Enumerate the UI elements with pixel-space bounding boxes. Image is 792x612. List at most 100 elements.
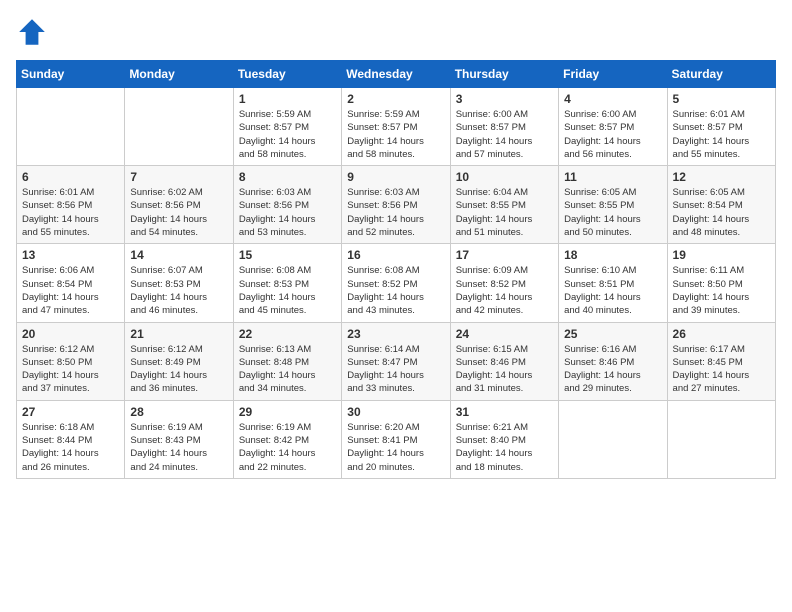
calendar-cell: 8 Sunrise: 6:03 AM Sunset: 8:56 PM Daylig… bbox=[233, 166, 341, 244]
calendar-cell: 20 Sunrise: 6:12 AM Sunset: 8:50 PM Dayli… bbox=[17, 322, 125, 400]
day-number: 21 bbox=[130, 327, 227, 341]
calendar-cell: 7 Sunrise: 6:02 AM Sunset: 8:56 PM Daylig… bbox=[125, 166, 233, 244]
day-info: Sunrise: 6:12 AM Sunset: 8:50 PM Dayligh… bbox=[22, 343, 119, 396]
day-info: Sunrise: 6:14 AM Sunset: 8:47 PM Dayligh… bbox=[347, 343, 444, 396]
calendar-cell: 21 Sunrise: 6:12 AM Sunset: 8:49 PM Dayli… bbox=[125, 322, 233, 400]
calendar-cell: 19 Sunrise: 6:11 AM Sunset: 8:50 PM Dayli… bbox=[667, 244, 775, 322]
day-number: 20 bbox=[22, 327, 119, 341]
day-info: Sunrise: 6:11 AM Sunset: 8:50 PM Dayligh… bbox=[673, 264, 770, 317]
day-number: 6 bbox=[22, 170, 119, 184]
day-number: 25 bbox=[564, 327, 661, 341]
calendar-week-row: 20 Sunrise: 6:12 AM Sunset: 8:50 PM Dayli… bbox=[17, 322, 776, 400]
day-info: Sunrise: 6:01 AM Sunset: 8:57 PM Dayligh… bbox=[673, 108, 770, 161]
day-number: 8 bbox=[239, 170, 336, 184]
day-number: 18 bbox=[564, 248, 661, 262]
day-info: Sunrise: 5:59 AM Sunset: 8:57 PM Dayligh… bbox=[347, 108, 444, 161]
day-info: Sunrise: 6:12 AM Sunset: 8:49 PM Dayligh… bbox=[130, 343, 227, 396]
day-info: Sunrise: 6:13 AM Sunset: 8:48 PM Dayligh… bbox=[239, 343, 336, 396]
day-info: Sunrise: 6:18 AM Sunset: 8:44 PM Dayligh… bbox=[22, 421, 119, 474]
day-info: Sunrise: 6:00 AM Sunset: 8:57 PM Dayligh… bbox=[456, 108, 553, 161]
calendar-cell: 10 Sunrise: 6:04 AM Sunset: 8:55 PM Dayli… bbox=[450, 166, 558, 244]
day-number: 4 bbox=[564, 92, 661, 106]
calendar-cell: 3Sunrise: 6:00 AM Sunset: 8:57 PM Daylig… bbox=[450, 88, 558, 166]
calendar-cell: 1Sunrise: 5:59 AM Sunset: 8:57 PM Daylig… bbox=[233, 88, 341, 166]
day-info: Sunrise: 6:06 AM Sunset: 8:54 PM Dayligh… bbox=[22, 264, 119, 317]
day-of-week-header: Thursday bbox=[450, 61, 558, 88]
day-info: Sunrise: 6:15 AM Sunset: 8:46 PM Dayligh… bbox=[456, 343, 553, 396]
calendar-cell: 29Sunrise: 6:19 AM Sunset: 8:42 PM Dayli… bbox=[233, 400, 341, 478]
day-number: 9 bbox=[347, 170, 444, 184]
day-info: Sunrise: 6:17 AM Sunset: 8:45 PM Dayligh… bbox=[673, 343, 770, 396]
calendar-cell: 18 Sunrise: 6:10 AM Sunset: 8:51 PM Dayli… bbox=[559, 244, 667, 322]
day-number: 1 bbox=[239, 92, 336, 106]
calendar-week-row: 1 Sunrise: 5:59 AM Sunset: 8:57 PM Daylig… bbox=[17, 88, 776, 166]
day-number: 13 bbox=[22, 248, 119, 262]
day-info: Sunrise: 6:03 AM Sunset: 8:56 PM Dayligh… bbox=[239, 186, 336, 239]
day-number: 28 bbox=[130, 405, 227, 419]
calendar-cell: 22 Sunrise: 6:13 AM Sunset: 8:48 PM Dayli… bbox=[233, 322, 341, 400]
calendar-cell: 27 Sunrise: 6:18 AM Sunset: 8:44 PM Dayli… bbox=[17, 400, 125, 478]
day-number: 11 bbox=[564, 170, 661, 184]
day-info: Sunrise: 6:02 AM Sunset: 8:56 PM Dayligh… bbox=[130, 186, 227, 239]
calendar-cell: 2Sunrise: 5:59 AM Sunset: 8:57 PM Daylig… bbox=[342, 88, 450, 166]
day-of-week-header: Monday bbox=[125, 61, 233, 88]
calendar-cell: 6 Sunrise: 6:01 AM Sunset: 8:56 PM Daylig… bbox=[17, 166, 125, 244]
day-number: 7 bbox=[130, 170, 227, 184]
day-info: Sunrise: 6:05 AM Sunset: 8:54 PM Dayligh… bbox=[673, 186, 770, 239]
day-number: 26 bbox=[673, 327, 770, 341]
day-info: Sunrise: 6:04 AM Sunset: 8:55 PM Dayligh… bbox=[456, 186, 553, 239]
day-number: 12 bbox=[673, 170, 770, 184]
calendar-cell: 9 Sunrise: 6:03 AM Sunset: 8:56 PM Daylig… bbox=[342, 166, 450, 244]
day-number: 27 bbox=[22, 405, 119, 419]
day-number: 31 bbox=[456, 405, 553, 419]
day-number: 16 bbox=[347, 248, 444, 262]
logo bbox=[16, 16, 52, 48]
calendar-cell: 16 Sunrise: 6:08 AM Sunset: 8:52 PM Dayli… bbox=[342, 244, 450, 322]
calendar-body: 1 Sunrise: 5:59 AM Sunset: 8:57 PM Daylig… bbox=[17, 88, 776, 479]
calendar-cell: 31 Sunrise: 6:21 AM Sunset: 8:40 PM Dayli… bbox=[450, 400, 558, 478]
day-info: Sunrise: 6:07 AM Sunset: 8:53 PM Dayligh… bbox=[130, 264, 227, 317]
calendar-header: SundayMondayTuesdayWednesdayThursdayFrid… bbox=[17, 61, 776, 88]
calendar-cell: 5Sunrise: 6:01 AM Sunset: 8:57 PM Daylig… bbox=[667, 88, 775, 166]
calendar-week-row: 13 Sunrise: 6:06 AM Sunset: 8:54 PM Dayli… bbox=[17, 244, 776, 322]
days-of-week-row: SundayMondayTuesdayWednesdayThursdayFrid… bbox=[17, 61, 776, 88]
calendar-cell: 11Sunrise: 6:05 AM Sunset: 8:55 PM Dayli… bbox=[559, 166, 667, 244]
calendar-cell: 24 Sunrise: 6:15 AM Sunset: 8:46 PM Dayli… bbox=[450, 322, 558, 400]
day-number: 23 bbox=[347, 327, 444, 341]
calendar-cell: 23 Sunrise: 6:14 AM Sunset: 8:47 PM Dayli… bbox=[342, 322, 450, 400]
day-info: Sunrise: 6:03 AM Sunset: 8:56 PM Dayligh… bbox=[347, 186, 444, 239]
day-info: Sunrise: 6:21 AM Sunset: 8:40 PM Dayligh… bbox=[456, 421, 553, 474]
calendar-week-row: 27 Sunrise: 6:18 AM Sunset: 8:44 PM Dayli… bbox=[17, 400, 776, 478]
day-number: 19 bbox=[673, 248, 770, 262]
day-of-week-header: Tuesday bbox=[233, 61, 341, 88]
calendar-cell bbox=[17, 88, 125, 166]
day-info: Sunrise: 6:09 AM Sunset: 8:52 PM Dayligh… bbox=[456, 264, 553, 317]
day-of-week-header: Wednesday bbox=[342, 61, 450, 88]
calendar-cell bbox=[125, 88, 233, 166]
day-number: 15 bbox=[239, 248, 336, 262]
day-info: Sunrise: 6:08 AM Sunset: 8:52 PM Dayligh… bbox=[347, 264, 444, 317]
calendar-cell: 13 Sunrise: 6:06 AM Sunset: 8:54 PM Dayli… bbox=[17, 244, 125, 322]
day-number: 22 bbox=[239, 327, 336, 341]
day-of-week-header: Saturday bbox=[667, 61, 775, 88]
calendar-cell bbox=[559, 400, 667, 478]
day-number: 17 bbox=[456, 248, 553, 262]
day-number: 30 bbox=[347, 405, 444, 419]
day-info: Sunrise: 6:08 AM Sunset: 8:53 PM Dayligh… bbox=[239, 264, 336, 317]
calendar-cell: 26 Sunrise: 6:17 AM Sunset: 8:45 PM Dayli… bbox=[667, 322, 775, 400]
calendar-cell: 4 Sunrise: 6:00 AM Sunset: 8:57 PM Daylig… bbox=[559, 88, 667, 166]
day-info: Sunrise: 6:01 AM Sunset: 8:56 PM Dayligh… bbox=[22, 186, 119, 239]
calendar-cell: 14 Sunrise: 6:07 AM Sunset: 8:53 PM Dayli… bbox=[125, 244, 233, 322]
day-info: Sunrise: 6:16 AM Sunset: 8:46 PM Dayligh… bbox=[564, 343, 661, 396]
day-number: 24 bbox=[456, 327, 553, 341]
day-number: 10 bbox=[456, 170, 553, 184]
day-number: 14 bbox=[130, 248, 227, 262]
calendar-cell: 12 Sunrise: 6:05 AM Sunset: 8:54 PM Dayli… bbox=[667, 166, 775, 244]
day-info: Sunrise: 6:10 AM Sunset: 8:51 PM Dayligh… bbox=[564, 264, 661, 317]
calendar-cell: 28 Sunrise: 6:19 AM Sunset: 8:43 PM Dayli… bbox=[125, 400, 233, 478]
calendar-week-row: 6 Sunrise: 6:01 AM Sunset: 8:56 PM Daylig… bbox=[17, 166, 776, 244]
day-number: 29 bbox=[239, 405, 336, 419]
day-info: Sunrise: 6:19 AM Sunset: 8:43 PM Dayligh… bbox=[130, 421, 227, 474]
calendar-cell bbox=[667, 400, 775, 478]
day-info: Sunrise: 6:00 AM Sunset: 8:57 PM Dayligh… bbox=[564, 108, 661, 161]
